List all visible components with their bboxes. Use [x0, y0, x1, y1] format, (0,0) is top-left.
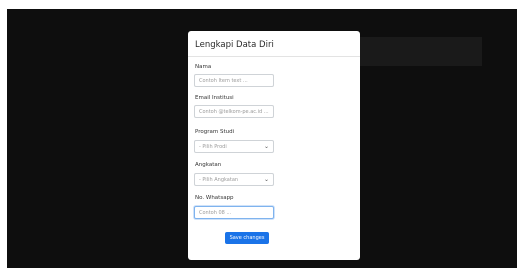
whatsapp-input[interactable]: Contoh 08 ...: [194, 206, 274, 219]
save-changes-button[interactable]: Save changes: [225, 232, 269, 244]
angkatan-label: Angkatan: [195, 162, 222, 168]
chevron-down-icon: ⌄: [263, 143, 269, 150]
nama-placeholder: Contoh Item text ...: [199, 78, 248, 84]
prodi-selected: - Pilih Prodi: [199, 144, 227, 150]
nama-label: Nama: [195, 64, 212, 70]
profile-modal: Lengkapi Data Diri Nama Contoh Item text…: [188, 31, 360, 260]
dimmed-backdrop[interactable]: Lengkapi Data Diri Nama Contoh Item text…: [7, 9, 517, 268]
email-placeholder: Contoh @telkom-pe.ac.id ...: [199, 109, 269, 115]
nama-input[interactable]: Contoh Item text ...: [194, 74, 274, 87]
angkatan-selected: - Pilih Angkatan: [199, 177, 239, 183]
email-label: Email Institusi: [195, 95, 234, 101]
prodi-label: Program Studi: [195, 129, 235, 135]
prodi-select[interactable]: - Pilih Prodi ⌄: [194, 140, 274, 153]
angkatan-select[interactable]: - Pilih Angkatan ⌄: [194, 173, 274, 186]
whatsapp-placeholder: Contoh 08 ...: [199, 210, 232, 216]
modal-title: Lengkapi Data Diri: [195, 40, 274, 50]
modal-header: Lengkapi Data Diri: [188, 31, 360, 57]
whatsapp-label: No. Whatsapp: [195, 195, 234, 201]
email-input[interactable]: Contoh @telkom-pe.ac.id ...: [194, 105, 274, 118]
background-panel: [358, 37, 482, 66]
chevron-down-icon: ⌄: [263, 176, 269, 183]
